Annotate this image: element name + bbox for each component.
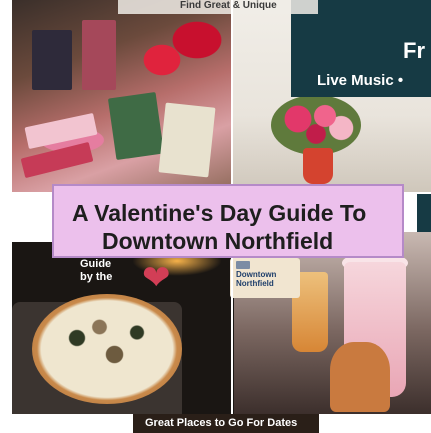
pizza xyxy=(32,294,182,404)
live-music-text: Live Music • xyxy=(317,72,404,89)
book-shelf xyxy=(32,30,72,90)
top-label-text: Find Great & Unique xyxy=(180,0,277,11)
top-label: Find Great & Unique xyxy=(118,0,318,14)
hand xyxy=(330,342,390,412)
music-panel-fragment: Fr xyxy=(403,38,425,63)
banner-line-1: A Valentine's Day Guide To xyxy=(72,200,367,226)
guide-badge: Guide by the ❤ Downtown Northfield xyxy=(80,258,314,302)
card-title-line: Downtown xyxy=(236,270,277,279)
title-banner: A Valentine's Day Guide To Downtown Nort… xyxy=(52,184,404,258)
footer-caption: Great Places to Go For Dates xyxy=(145,417,298,429)
flowers-photo: Fr Live Music • xyxy=(231,0,431,192)
book-shelf xyxy=(82,20,116,90)
flower-bouquet xyxy=(271,95,361,155)
live-music-panel: Fr Live Music • xyxy=(291,0,431,97)
heart-icon: ❤ xyxy=(142,259,171,297)
guide-text: Guide by the xyxy=(80,258,112,284)
valentines-guide-collage: Fr Live Music • Find Great & Unique Guid… xyxy=(0,0,431,433)
flower-vase xyxy=(303,148,333,184)
card-stamp xyxy=(236,261,250,269)
card-title: Downtown Northfield xyxy=(236,270,276,288)
downtown-northfield-card: Downtown Northfield xyxy=(230,258,300,298)
greeting-card xyxy=(158,102,216,178)
music-panel-edge xyxy=(417,194,431,232)
banner-line-2: Downtown Northfield xyxy=(102,228,334,254)
guide-text-line: Guide xyxy=(80,258,112,270)
gift-shop-photo xyxy=(12,0,231,192)
guide-text-line: by the xyxy=(80,271,113,283)
greeting-card xyxy=(107,91,165,161)
card-title-line: Northfield xyxy=(236,279,274,288)
